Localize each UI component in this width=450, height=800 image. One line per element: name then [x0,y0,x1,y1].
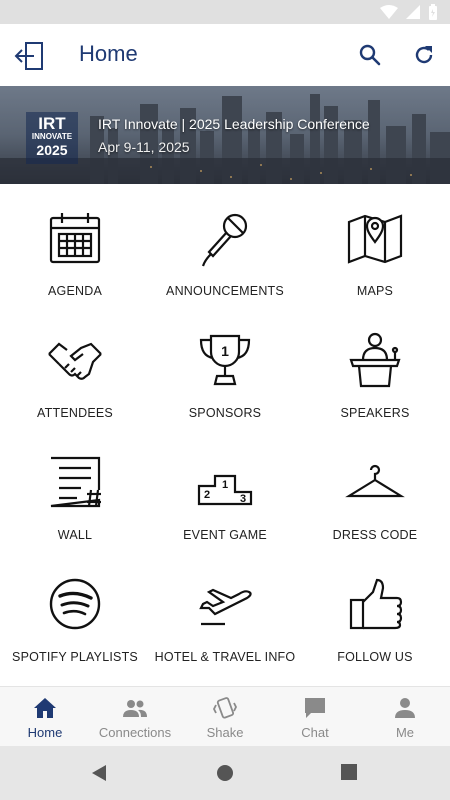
svg-text:3: 3 [240,493,246,505]
tile-label: EVENT GAME [183,528,267,542]
nav-label: Shake [206,725,244,740]
tile-label: AGENDA [48,284,102,298]
nav-home[interactable]: Home [0,687,90,747]
tile-agenda[interactable]: AGENDA [0,186,150,308]
microphone-icon [201,213,248,267]
calendar-icon [49,213,101,264]
spotify-icon [49,578,101,630]
tile-label: WALL [57,528,93,542]
battery-icon [429,4,437,20]
logo-line-3: 2025 [36,142,68,158]
home-circle-icon[interactable] [216,764,234,782]
tile-label: MAPS [356,284,394,298]
handshake-icon [48,342,102,380]
trophy-icon: 1 [199,334,251,386]
home-icon [34,698,56,718]
tile-label: FOLLOW US [337,650,413,664]
people-icon [123,700,147,717]
tile-attendees[interactable]: ATTENDEES [0,308,150,430]
cell-signal-icon [406,5,420,19]
search-icon[interactable] [358,43,382,67]
nav-chat[interactable]: Chat [270,687,360,747]
event-title: IRT Innovate | 2025 Leadership Conferenc… [98,116,370,132]
winners-podium-icon: 1 2 3 [197,474,253,506]
thumbs-up-icon [349,578,403,630]
page-title: Home [79,41,138,66]
wall-post-icon [50,456,101,508]
airplane-icon [199,588,252,626]
nav-me[interactable]: Me [360,687,450,747]
tile-label: ATTENDEES [37,406,113,420]
map-icon [347,214,403,264]
logo-line-2: INNOVATE [31,132,73,141]
tile-label: SPOTIFY PLAYLISTS [12,650,138,664]
tile-maps[interactable]: MAPS [300,186,450,308]
tile-label: SPEAKERS [340,406,410,420]
logo-line-1: IRT [38,114,66,133]
podium-speaker-icon [349,332,401,388]
tile-label: DRESS CODE [332,528,418,542]
nav-label: Chat [301,725,329,740]
exit-icon[interactable] [14,41,46,71]
back-icon[interactable] [90,764,108,782]
svg-text:1: 1 [222,479,228,491]
hanger-icon [345,464,405,498]
tile-event-game[interactable]: 1 2 3 EVENT GAME [150,430,300,552]
svg-text:2: 2 [204,489,210,501]
tile-spotify-playlists[interactable]: SPOTIFY PLAYLISTS [0,552,150,674]
person-icon [395,698,415,718]
status-bar [0,0,450,24]
shake-icon [212,697,238,719]
wifi-icon [380,5,398,19]
nav-label: Connections [98,725,172,740]
nav-label: Me [395,725,415,740]
tile-label: HOTEL & TRAVEL INFO [154,650,296,664]
svg-text:1: 1 [221,343,229,359]
tile-speakers[interactable]: SPEAKERS [300,308,450,430]
chat-icon [305,698,325,718]
tile-wall[interactable]: WALL [0,430,150,552]
conference-logo: IRT INNOVATE 2025 [26,112,78,164]
tile-follow-us[interactable]: FOLLOW US [300,552,450,674]
status-icons [380,4,438,20]
tile-announcements[interactable]: ANNOUNCEMENTS [150,186,300,308]
tile-label: SPONSORS [188,406,262,420]
recents-icon[interactable] [341,764,357,780]
nav-shake[interactable]: Shake [180,687,270,747]
tile-hotel-travel[interactable]: HOTEL & TRAVEL INFO [150,552,300,674]
system-nav-bar [0,746,450,800]
tile-label: ANNOUNCEMENTS [166,284,284,298]
feature-grid: AGENDA ANNOUNCEMENTS MAPS ATTENDEES 1 SP… [0,186,450,684]
refresh-icon[interactable] [412,43,436,67]
bottom-nav: Home Connections Shake Chat Me [0,686,450,746]
tile-dress-code[interactable]: DRESS CODE [300,430,450,552]
nav-connections[interactable]: Connections [90,687,180,747]
app-bar: Home [0,24,450,86]
tile-sponsors[interactable]: 1 SPONSORS [150,308,300,430]
event-banner[interactable]: IRT INNOVATE 2025 IRT Innovate | 2025 Le… [0,86,450,184]
event-dates: Apr 9-11, 2025 [98,139,190,155]
nav-label: Home [27,725,63,740]
